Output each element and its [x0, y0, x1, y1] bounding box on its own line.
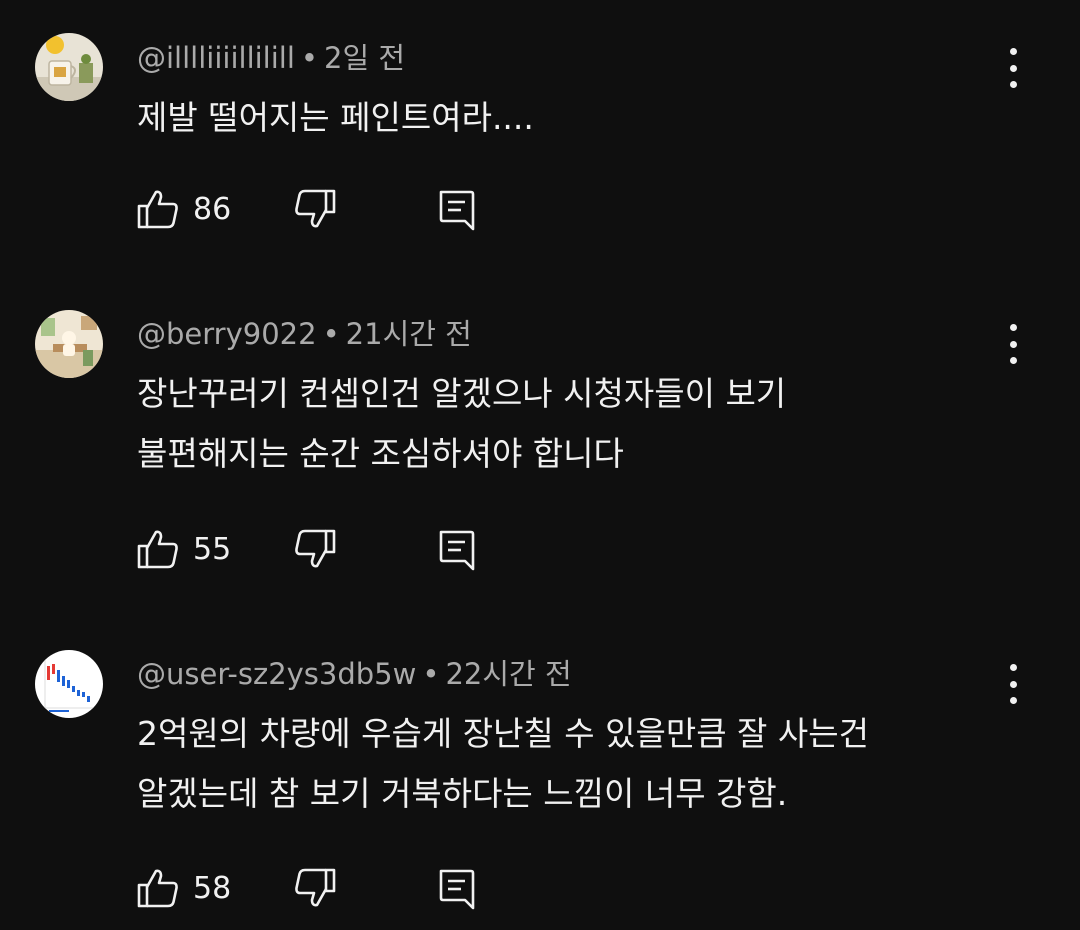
- comment-author[interactable]: @user-sz2ys3db5w: [137, 657, 416, 691]
- comment-text: 제발 떨어지는 페인트여라....: [137, 88, 997, 148]
- reply-button[interactable]: [437, 529, 477, 577]
- dislike-button[interactable]: [294, 189, 336, 233]
- comment-text-line: 알겠는데 참 보기 거북하다는 느낌이 너무 강함.: [137, 774, 788, 813]
- comment-meta: @berry9022 • 21시간 전: [137, 320, 472, 349]
- like-button[interactable]: 58: [137, 868, 231, 908]
- like-count: 86: [193, 191, 232, 227]
- comment-meta: @illlliiiillilill • 2일 전: [137, 44, 405, 73]
- comment-text-line: 불편해지는 순간 조심하셔야 합니다: [137, 434, 624, 473]
- meta-separator: •: [300, 41, 319, 75]
- reply-icon: [437, 530, 477, 577]
- meta-separator: •: [322, 317, 340, 351]
- avatar[interactable]: [35, 310, 103, 378]
- thumb-up-icon: [137, 529, 179, 569]
- thumb-up-icon: [137, 868, 179, 908]
- like-button[interactable]: 86: [137, 189, 231, 229]
- dislike-button[interactable]: [294, 868, 336, 912]
- comment-text-line: 제발 떨어지는 페인트여라....: [137, 98, 534, 137]
- reply-icon: [437, 869, 477, 916]
- comment-text: 2억원의 차량에 우습게 장난칠 수 있을만큼 잘 사는건 알겠는데 참 보기 …: [137, 704, 997, 824]
- reply-icon: [437, 190, 477, 237]
- like-button[interactable]: 55: [137, 529, 231, 569]
- comment-time[interactable]: 2일 전: [324, 41, 405, 75]
- avatar[interactable]: [35, 33, 103, 101]
- comment-author[interactable]: @berry9022: [137, 317, 317, 351]
- more-vert-icon[interactable]: [1000, 48, 1026, 88]
- comment-text: 장난꾸러기 컨셉인건 알겠으나 시청자들이 보기 불편해지는 순간 조심하셔야 …: [137, 364, 997, 484]
- comment-author[interactable]: @illlliiiillilill: [137, 41, 295, 75]
- comment-text-line: 2억원의 차량에 우습게 장난칠 수 있을만큼 잘 사는건: [137, 714, 869, 753]
- comment-actions: 58: [137, 868, 537, 912]
- thumb-down-icon: [294, 868, 336, 912]
- comment-time[interactable]: 21시간 전: [346, 317, 472, 351]
- like-count: 55: [193, 531, 232, 567]
- reply-button[interactable]: [437, 868, 477, 916]
- reply-button[interactable]: [437, 189, 477, 237]
- comment-actions: 86: [137, 189, 537, 233]
- comment-text-line: 장난꾸러기 컨셉인건 알겠으나 시청자들이 보기: [137, 374, 787, 413]
- comment-actions: 55: [137, 529, 537, 573]
- meta-separator: •: [422, 657, 440, 691]
- comment-time[interactable]: 22시간 전: [445, 657, 571, 691]
- avatar[interactable]: [35, 650, 103, 718]
- like-count: 58: [193, 870, 232, 906]
- more-vert-icon[interactable]: [1000, 324, 1026, 364]
- thumb-down-icon: [294, 529, 336, 573]
- thumb-down-icon: [294, 189, 336, 233]
- comment-meta: @user-sz2ys3db5w • 22시간 전: [137, 660, 572, 689]
- dislike-button[interactable]: [294, 529, 336, 573]
- more-vert-icon[interactable]: [1000, 664, 1026, 704]
- thumb-up-icon: [137, 189, 179, 229]
